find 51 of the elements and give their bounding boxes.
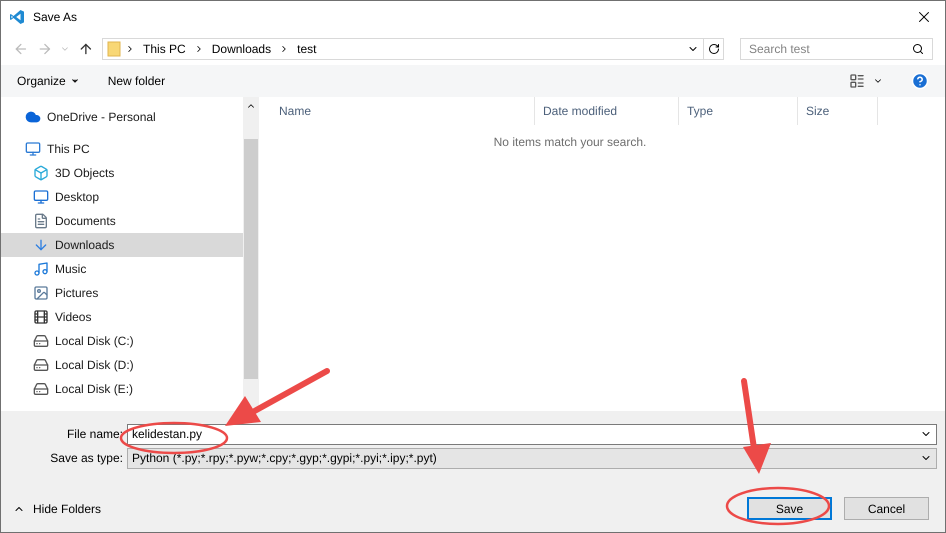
sidebar-item[interactable]: This PC (1, 137, 243, 161)
sidebar-item[interactable]: Pictures (1, 281, 243, 305)
column-header[interactable]: Date modified (535, 97, 679, 125)
sidebar-item[interactable]: Local Disk (C:) (1, 329, 243, 353)
monitor-icon (25, 141, 41, 157)
column-header[interactable]: Size (798, 97, 878, 125)
file-type-dropdown[interactable]: Python (*.py;*.rpy;*.pyw;*.cpy;*.gyp;*.gypi;*.pyi;*.ipy;*.pyt) (127, 448, 937, 468)
help-icon[interactable] (911, 72, 929, 90)
sidebar-item[interactable]: OneDrive - Personal (1, 105, 243, 129)
refresh-icon[interactable] (708, 43, 720, 55)
sidebar-item[interactable]: Desktop (1, 185, 243, 209)
cube-icon (33, 165, 49, 181)
cloud-icon (25, 109, 41, 125)
cancel-button[interactable]: Cancel (844, 497, 929, 520)
sidebar-item[interactable]: 3D Objects (1, 161, 243, 185)
field-label: Save as type: (49, 450, 123, 467)
music-note-icon (33, 261, 49, 277)
document-icon (33, 213, 49, 229)
breadcrumb-item[interactable]: Downloads (208, 40, 276, 58)
drive-icon (33, 381, 49, 397)
column-header[interactable]: Type (679, 97, 798, 125)
save-button[interactable]: Save (747, 497, 832, 520)
breadcrumb-item[interactable]: test (293, 40, 320, 58)
sidebar-item[interactable]: Music (1, 257, 243, 281)
search-box[interactable]: Search test (740, 38, 933, 60)
film-icon (33, 309, 49, 325)
sidebar-item[interactable]: Local Disk (E:) (1, 377, 243, 401)
address-bar[interactable]: This PC Downloads test (102, 38, 704, 60)
sidebar-item[interactable]: Downloads (1, 233, 243, 257)
sidebar-item[interactable]: Local Disk (D:) (1, 353, 243, 377)
sidebar-item[interactable]: Videos (1, 305, 243, 329)
field-label: File name: (66, 426, 123, 443)
scrollbar[interactable] (243, 97, 259, 411)
sidebar-item[interactable]: Documents (1, 209, 243, 233)
picture-icon (33, 285, 49, 301)
search-icon (912, 43, 924, 55)
desktop-icon (33, 189, 49, 205)
breadcrumb-item[interactable]: This PC (139, 40, 190, 58)
hide-folders-button[interactable]: Hide Folders (9, 500, 102, 518)
organize-button[interactable]: Organize (17, 72, 80, 90)
new-folder-button[interactable]: New folder (108, 72, 166, 90)
view-options-icon[interactable] (849, 73, 865, 89)
folder-icon (107, 41, 122, 57)
empty-message: No items match your search. (494, 134, 646, 151)
search-field[interactable]: Search test (740, 39, 912, 59)
app-logo-icon (9, 9, 25, 25)
column-header[interactable]: Name (259, 97, 535, 125)
drive-icon (33, 333, 49, 349)
window-title: Save As (33, 9, 78, 26)
download-icon (33, 237, 49, 253)
drive-icon (33, 357, 49, 373)
